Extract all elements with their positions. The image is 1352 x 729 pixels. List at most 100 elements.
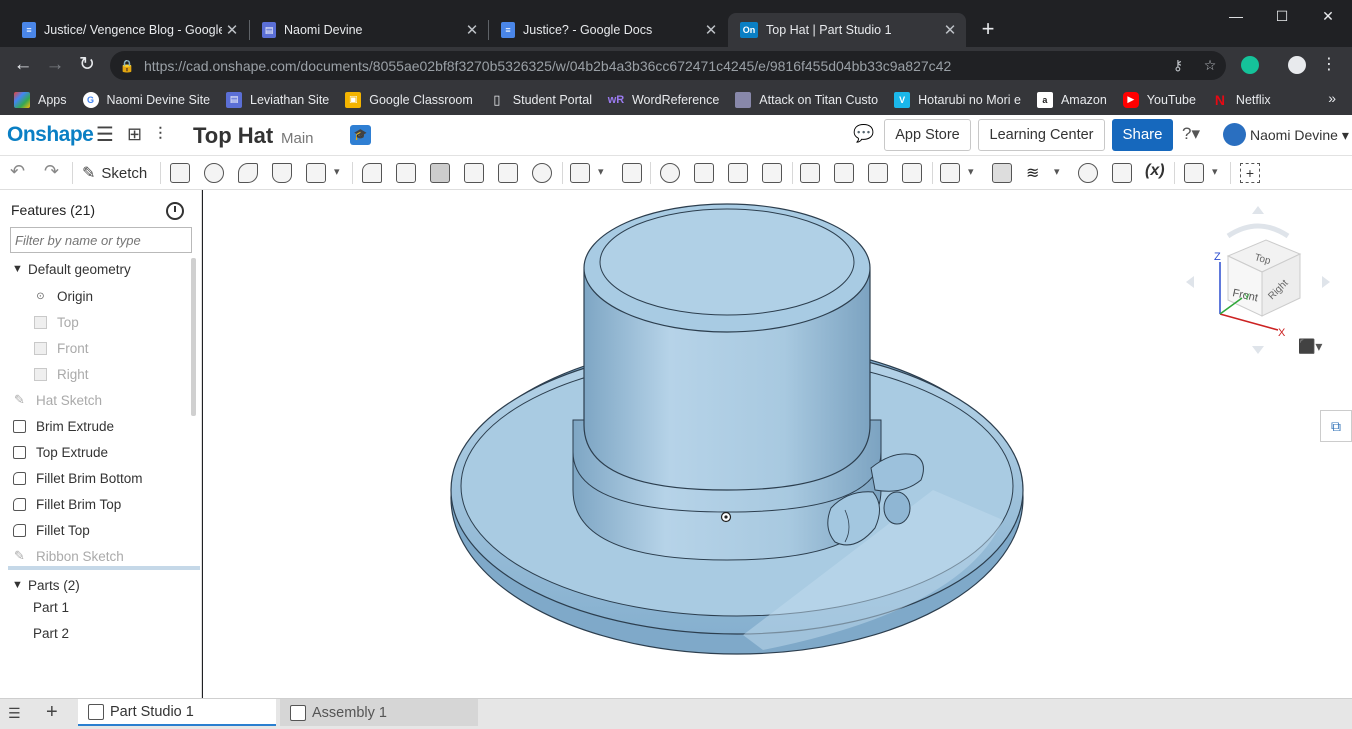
- avatar[interactable]: [1223, 123, 1246, 146]
- add-tab-icon[interactable]: +: [46, 701, 58, 724]
- bookmark-naomi-devine-site[interactable]: G Naomi Devine Site: [82, 91, 210, 108]
- transform-icon[interactable]: [728, 163, 748, 183]
- tab-list-icon[interactable]: ☰: [8, 705, 21, 722]
- view-mode-dropdown[interactable]: ⬛▾: [1298, 338, 1322, 355]
- browser-tab[interactable]: ≡ Justice? - Google Docs ✕: [489, 13, 727, 47]
- chevron-down-icon[interactable]: ▼: [12, 263, 24, 275]
- document-title[interactable]: Top Hat: [193, 123, 273, 149]
- history-timer-icon[interactable]: [166, 202, 184, 220]
- bookmark-attack-on-titan[interactable]: Attack on Titan Custo: [735, 91, 878, 108]
- browser-tab[interactable]: ≡ Justice/ Vengence Blog - Google ✕: [10, 13, 248, 47]
- delete-part-icon[interactable]: [762, 163, 782, 183]
- modify-fillet-icon[interactable]: [800, 163, 820, 183]
- chevron-down-icon[interactable]: ▾: [1212, 165, 1218, 178]
- feature-fillet-brim-top[interactable]: Fillet Brim Top: [0, 491, 192, 517]
- chamfer-icon[interactable]: [396, 163, 416, 183]
- replace-face-icon[interactable]: [902, 163, 922, 183]
- feature-plane-right[interactable]: Right: [0, 361, 192, 387]
- feature-plane-front[interactable]: Front: [0, 335, 192, 361]
- bookmark-google-classroom[interactable]: ▣ Google Classroom: [345, 91, 473, 108]
- undo-icon[interactable]: ↶: [10, 161, 25, 182]
- derived-icon[interactable]: [1184, 163, 1204, 183]
- helix-icon[interactable]: ≋: [1026, 163, 1046, 183]
- redo-icon[interactable]: ↷: [44, 161, 59, 182]
- maximize-icon[interactable]: ☐: [1259, 4, 1305, 28]
- reload-icon[interactable]: ↻: [74, 53, 100, 79]
- split-icon[interactable]: [694, 163, 714, 183]
- measure-icon[interactable]: [1078, 163, 1098, 183]
- forward-icon[interactable]: →: [42, 53, 68, 79]
- add-custom-feature-icon[interactable]: +: [1240, 163, 1260, 183]
- mate-connector-icon[interactable]: [992, 163, 1012, 183]
- bookmark-hotarubi[interactable]: V Hotarubi no Mori e: [894, 91, 1021, 108]
- tab-part-studio-1[interactable]: Part Studio 1: [78, 699, 276, 726]
- hamburger-menu-icon[interactable]: ☰: [96, 122, 114, 147]
- app-store-button[interactable]: App Store: [884, 119, 971, 151]
- bookmark-student-portal[interactable]: ▯ Student Portal: [489, 92, 592, 108]
- close-tab-icon[interactable]: ✕: [701, 21, 721, 39]
- tab-assembly-1[interactable]: Assembly 1: [280, 699, 478, 726]
- chevron-down-icon[interactable]: ▼: [12, 579, 24, 591]
- url-text[interactable]: https://cad.onshape.com/documents/8055ae…: [144, 58, 1162, 74]
- learning-center-button[interactable]: Learning Center: [978, 119, 1105, 151]
- sketch-button[interactable]: ✎ Sketch: [82, 162, 147, 184]
- close-tab-icon[interactable]: ✕: [940, 21, 960, 39]
- minimize-icon[interactable]: —: [1213, 4, 1259, 28]
- loft-icon[interactable]: [272, 163, 292, 183]
- feature-fillet-top[interactable]: Fillet Top: [0, 517, 192, 543]
- chrome-menu-icon[interactable]: ⋮: [1316, 53, 1342, 79]
- grammarly-icon[interactable]: [1241, 56, 1259, 74]
- feature-tree-icon[interactable]: ⊞: [127, 124, 142, 145]
- bookmark-amazon[interactable]: a Amazon: [1036, 91, 1107, 108]
- rib-icon[interactable]: [464, 163, 484, 183]
- boolean-icon[interactable]: [660, 163, 680, 183]
- education-badge-icon[interactable]: 🎓: [350, 125, 371, 145]
- move-face-icon[interactable]: [868, 163, 888, 183]
- variable-button[interactable]: (x): [1145, 162, 1165, 180]
- render-options-icon[interactable]: ⧉: [1320, 410, 1352, 442]
- bookmark-netflix[interactable]: N Netflix: [1212, 92, 1271, 108]
- browser-tab-active[interactable]: On Top Hat | Part Studio 1 ✕: [728, 13, 966, 47]
- section-view-icon[interactable]: [1112, 163, 1132, 183]
- insert-icon[interactable]: ⫶: [158, 124, 163, 145]
- onshape-logo[interactable]: Onshape: [7, 123, 94, 147]
- profile-avatar-icon[interactable]: [1288, 56, 1306, 74]
- bookmark-star-icon[interactable]: ☆: [1194, 57, 1226, 74]
- bookmarks-overflow-icon[interactable]: »: [1328, 90, 1336, 106]
- delete-face-icon[interactable]: [834, 163, 854, 183]
- linear-pattern-icon[interactable]: [570, 163, 590, 183]
- back-icon[interactable]: ←: [10, 53, 36, 79]
- feature-brim-extrude[interactable]: Brim Extrude: [0, 413, 192, 439]
- bookmark-youtube[interactable]: ▶ YouTube: [1122, 91, 1196, 108]
- feature-hat-sketch[interactable]: ✎ Hat Sketch: [0, 387, 192, 413]
- fillet-icon[interactable]: [362, 163, 382, 183]
- lock-icon[interactable]: 🔒: [110, 59, 144, 73]
- feature-top-extrude[interactable]: Top Extrude: [0, 439, 192, 465]
- branch-label[interactable]: Main: [281, 130, 314, 147]
- revolve-icon[interactable]: [204, 163, 224, 183]
- comments-icon[interactable]: 💬: [853, 124, 874, 144]
- chevron-down-icon[interactable]: ▾: [334, 165, 340, 178]
- shell-icon[interactable]: [498, 163, 518, 183]
- bookmark-apps[interactable]: Apps: [14, 91, 67, 108]
- feature-fillet-brim-bottom[interactable]: Fillet Brim Bottom: [0, 465, 192, 491]
- feature-origin[interactable]: ⊙ Origin: [0, 283, 192, 309]
- bookmark-wordreference[interactable]: wR WordReference: [608, 92, 720, 108]
- hole-icon[interactable]: [532, 163, 552, 183]
- rollback-bar[interactable]: [8, 566, 200, 570]
- plane-icon[interactable]: [940, 163, 960, 183]
- chevron-down-icon[interactable]: ▾: [598, 165, 604, 178]
- feature-filter-input[interactable]: [10, 227, 192, 253]
- draft-icon[interactable]: [430, 163, 450, 183]
- close-tab-icon[interactable]: ✕: [462, 21, 482, 39]
- part-item[interactable]: Part 1: [0, 594, 192, 620]
- help-icon[interactable]: ?▾: [1182, 124, 1200, 144]
- part-item[interactable]: Part 2: [0, 620, 192, 646]
- new-tab-button[interactable]: +: [973, 16, 1003, 44]
- chevron-down-icon[interactable]: ▾: [968, 165, 974, 178]
- user-menu[interactable]: Naomi Devine ▾: [1250, 127, 1349, 144]
- close-tab-icon[interactable]: ✕: [222, 21, 242, 39]
- share-button[interactable]: Share: [1112, 119, 1173, 151]
- sweep-icon[interactable]: [238, 163, 258, 183]
- key-icon[interactable]: ⚷: [1162, 57, 1194, 74]
